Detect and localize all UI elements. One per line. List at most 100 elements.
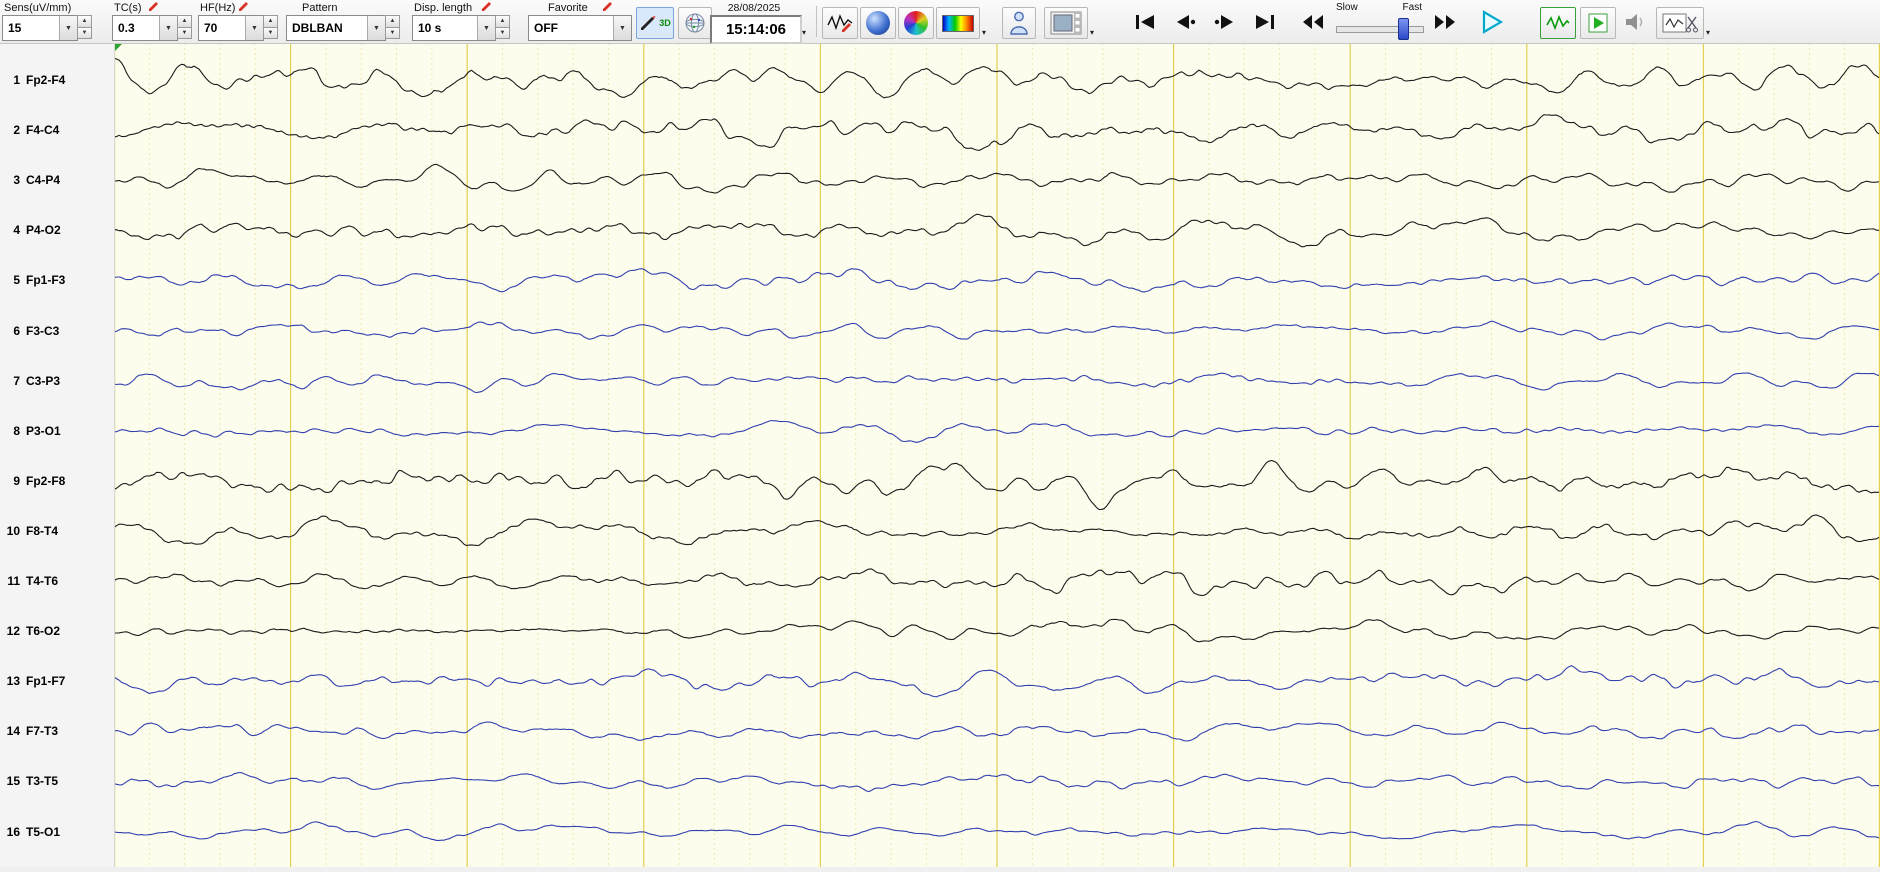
sens-combo[interactable]: 15 ▼	[2, 15, 78, 41]
channel-row[interactable]: 12 T6-O2	[0, 623, 112, 640]
chevron-down-icon[interactable]: ▼	[613, 16, 631, 40]
brain-map-3d-button[interactable]	[898, 7, 934, 39]
pattern-label: Pattern	[302, 2, 338, 14]
playback-speed-slider[interactable]: Slow Fast	[1336, 2, 1424, 40]
tc-spinner[interactable]: ▲ ▼	[177, 15, 192, 39]
skip-start-icon	[1136, 15, 1154, 29]
spin-down-icon[interactable]: ▼	[495, 27, 510, 39]
channel-label: T6-O2	[26, 624, 61, 639]
spin-up-icon[interactable]: ▲	[495, 15, 510, 28]
skip-to-end-button[interactable]	[1248, 10, 1282, 34]
channel-label-column: 1 Fp2-F4 2 F4-C4 3 C4-P4 4 P4-O2 5 Fp1-F3 6 F3-C3 7 C…	[0, 43, 115, 867]
speed-slider-handle[interactable]	[1397, 18, 1409, 40]
green-waveform-button[interactable]	[1540, 7, 1576, 39]
disp-length-value: 10 s	[418, 21, 442, 35]
skip-to-start-button[interactable]	[1128, 10, 1162, 34]
channel-row[interactable]: 6 F3-C3	[0, 322, 112, 339]
tc-combo[interactable]: 0.3 ▼	[112, 15, 178, 41]
patient-info-button[interactable]	[1002, 7, 1036, 39]
spin-down-icon[interactable]: ▼	[385, 27, 400, 39]
channel-number: 7	[13, 373, 20, 388]
channel-row[interactable]: 7 C3-P3	[0, 372, 112, 389]
annotation-pen-3d-button[interactable]: 3D	[636, 7, 674, 39]
favorite-value: OFF	[534, 21, 558, 35]
step-back-button[interactable]	[1168, 10, 1202, 34]
eeg-paper[interactable]	[113, 43, 1880, 867]
hf-spinner[interactable]: ▲ ▼	[263, 15, 278, 39]
chevron-down-icon[interactable]: ▼	[367, 16, 385, 40]
channel-number: 5	[13, 273, 20, 288]
spin-up-icon[interactable]: ▲	[385, 15, 400, 28]
spin-up-icon[interactable]: ▲	[77, 15, 92, 28]
brain-map-blue-icon	[866, 11, 890, 35]
video-review-button[interactable]	[1044, 7, 1088, 39]
more-options-arrow[interactable]: ▾	[1090, 29, 1094, 37]
brain-map-button[interactable]	[860, 7, 896, 39]
step-forward-button[interactable]	[1208, 10, 1242, 34]
sens-spinner[interactable]: ▲ ▼	[77, 15, 92, 39]
chevron-down-icon[interactable]: ▼	[477, 16, 495, 40]
channel-number: 14	[6, 724, 20, 739]
more-options-arrow[interactable]: ▾	[982, 29, 986, 37]
chevron-down-icon[interactable]: ▼	[159, 16, 177, 40]
spin-up-icon[interactable]: ▲	[177, 15, 192, 28]
colormap-button[interactable]	[936, 7, 980, 39]
channel-row[interactable]: 3 C4-P4	[0, 172, 112, 189]
channel-row[interactable]: 14 F7-T3	[0, 723, 112, 740]
channel-row[interactable]: 2 F4-C4	[0, 122, 112, 139]
fast-forward-button[interactable]	[1428, 10, 1462, 34]
disp-length-label: Disp. length	[414, 2, 473, 14]
rewind-button[interactable]	[1296, 10, 1330, 34]
channel-row[interactable]: 5 Fp1-F3	[0, 272, 112, 289]
hf-combo[interactable]: 70 ▼	[198, 15, 264, 41]
tc-value: 0.3	[118, 21, 135, 35]
channel-row[interactable]: 15 T3-T5	[0, 773, 112, 790]
edit-pen-icon	[603, 2, 612, 11]
head-mesh-button[interactable]	[678, 7, 712, 39]
channel-row[interactable]: 11 T4-T6	[0, 573, 112, 590]
play-icon	[1482, 10, 1504, 34]
spin-up-icon[interactable]: ▲	[263, 15, 278, 28]
channel-row[interactable]: 4 P4-O2	[0, 222, 112, 239]
montage-tool-button[interactable]	[1656, 7, 1704, 39]
spin-down-icon[interactable]: ▼	[263, 27, 278, 39]
channel-label: F8-T4	[26, 523, 59, 538]
more-options-arrow[interactable]: ▾	[802, 29, 806, 37]
more-options-arrow[interactable]: ▾	[1706, 29, 1710, 37]
disp-length-combo[interactable]: 10 s ▼	[412, 15, 496, 41]
channel-number: 15	[6, 774, 20, 789]
sens-value: 15	[8, 21, 22, 35]
speed-slider-track[interactable]	[1336, 26, 1424, 33]
green-play-button[interactable]	[1580, 7, 1616, 39]
step-forward-icon	[1214, 15, 1233, 29]
chevron-down-icon[interactable]: ▼	[59, 16, 77, 40]
speaker-button[interactable]	[1620, 10, 1650, 34]
pattern-spinner[interactable]: ▲ ▼	[385, 15, 400, 39]
favorite-combo[interactable]: OFF ▼	[528, 15, 632, 41]
channel-row[interactable]: 10 F8-T4	[0, 522, 112, 539]
channel-label: P3-O1	[26, 423, 61, 438]
channel-row[interactable]: 9 Fp2-F8	[0, 472, 112, 489]
pattern-combo[interactable]: DBLBAN ▼	[286, 15, 386, 41]
channel-number: 3	[13, 173, 20, 188]
wave-edit-icon	[827, 14, 853, 32]
channel-label: C4-P4	[26, 173, 61, 188]
spin-down-icon[interactable]: ▼	[77, 27, 92, 39]
disp-length-spinner[interactable]: ▲ ▼	[495, 15, 510, 39]
channel-label: F7-T3	[26, 724, 59, 739]
chevron-down-icon[interactable]: ▼	[245, 16, 263, 40]
channel-number: 12	[6, 624, 20, 639]
channel-label: F3-C3	[26, 323, 60, 338]
play-button[interactable]	[1472, 8, 1510, 36]
waveform-edit-button[interactable]	[822, 7, 858, 39]
channel-row[interactable]: 16 T5-O1	[0, 823, 112, 840]
channel-number: 10	[6, 523, 20, 538]
3d-badge: 3D	[659, 18, 671, 28]
channel-label: C3-P3	[26, 373, 61, 388]
channel-row[interactable]: 13 Fp1-F7	[0, 673, 112, 690]
skip-end-icon	[1256, 15, 1274, 29]
pattern-value: DBLBAN	[292, 21, 343, 35]
channel-row[interactable]: 1 Fp2-F4	[0, 72, 112, 89]
channel-row[interactable]: 8 P3-O1	[0, 422, 112, 439]
spin-down-icon[interactable]: ▼	[177, 27, 192, 39]
